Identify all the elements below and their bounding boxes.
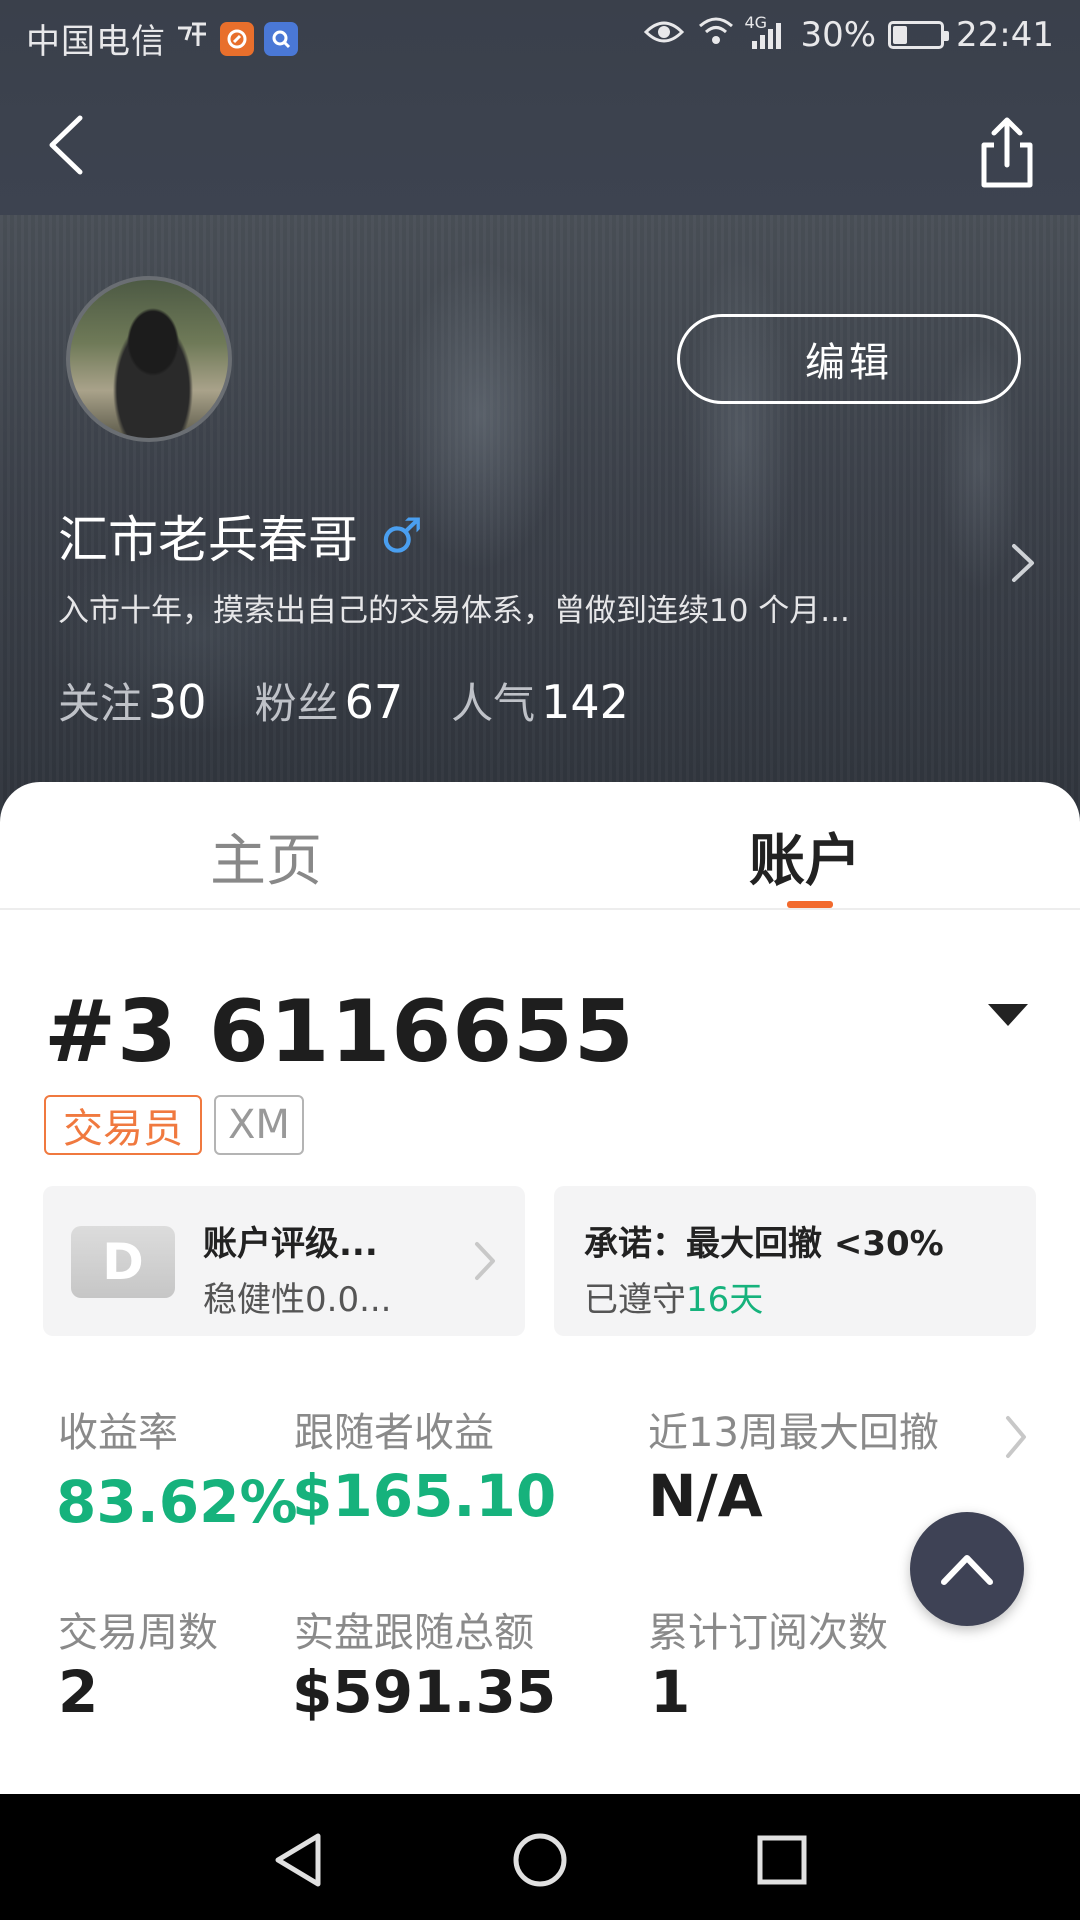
drawdown-promise-card: 承诺：最大回撤 <30% 已遵守16天 [554,1186,1036,1336]
popularity-label: 人气 [451,679,536,728]
system-home-button[interactable] [510,1830,570,1890]
tab-bar: 主页 账户 [0,782,1080,910]
battery-level [893,25,908,44]
clock: 22:41 [956,14,1054,55]
account-number: #3 6116655 [44,982,635,1082]
system-recents-button[interactable] [752,1830,812,1890]
trading-weeks-value: 2 [58,1658,99,1726]
trading-weeks-label: 交易周数 [58,1610,218,1656]
chevron-up-icon [941,1555,993,1585]
rating-subtitle: 稳健性0.0... [203,1280,392,1320]
scroll-to-top-button[interactable] [910,1512,1024,1626]
battery-percent: 30% [800,14,877,55]
popularity-stat: 人气 142 [451,670,629,731]
system-navigation-bar [0,1794,1080,1920]
subscriptions-label: 累计订阅次数 [648,1610,888,1656]
app-notification-icon [220,21,254,56]
rating-badge: D [71,1226,175,1298]
share-icon [981,117,1033,188]
fans-stat[interactable]: 粉丝 67 [255,670,404,731]
follower-profit-value: $165.10 [292,1462,557,1530]
triangle-back-icon [275,1833,321,1887]
live-follow-total-label: 实盘跟随总额 [294,1610,534,1656]
signal-icon: 4G [744,13,788,51]
following-label: 关注 [58,679,143,728]
following-count: 30 [148,675,207,729]
carrier-name: 中国电信 [26,22,166,62]
male-gender-icon: ♂ [380,508,424,564]
status-bar-right: 4G 30% 22:41 [644,13,1054,55]
chevron-left-icon [49,115,83,175]
promise-title: 承诺：最大回撤 <30% [584,1224,944,1264]
tab-account[interactable]: 账户 [749,816,861,897]
username-row[interactable]: 汇市老兵春哥 ♂ [58,500,423,572]
account-dropdown-icon[interactable] [988,1004,1028,1026]
chevron-right-icon [1012,544,1034,582]
square-recents-icon [757,1835,807,1885]
tab-home[interactable]: 主页 [210,816,322,897]
account-rating-card[interactable]: D 账户评级... 稳健性0.0... [43,1186,525,1336]
promise-subtitle-prefix: 已遵守 [584,1280,686,1320]
fans-label: 粉丝 [254,679,339,728]
rating-chevron [469,1238,499,1284]
promise-days: 16天 [686,1280,764,1320]
username: 汇市老兵春哥 [58,511,358,569]
return-rate-value: 83.62% [56,1468,298,1536]
max-drawdown-label: 近13周最大回撤 [648,1410,939,1456]
profile-bio[interactable]: 入市十年，摸索出自己的交易体系，曾做到连续10 个月... [58,585,958,630]
drawdown-detail-chevron[interactable] [1000,1412,1030,1462]
eye-icon [644,15,685,55]
battery-icon [888,20,950,49]
network-type-label: 4G [744,12,768,32]
status-bar-left: 中国电信 [26,14,298,63]
profile-detail-chevron[interactable] [1002,540,1042,586]
chevron-right-icon [475,1242,495,1280]
rating-title: 账户评级... [203,1224,378,1264]
promise-subtitle: 已遵守16天 [584,1272,763,1321]
wifi-icon [696,14,736,55]
subscriptions-value: 1 [650,1658,691,1726]
system-back-button[interactable] [268,1830,328,1890]
avatar[interactable] [66,276,232,442]
search-app-icon [264,21,298,56]
status-bar: 中国电信 4G 30% 22:41 [0,0,1080,76]
share-button[interactable] [974,115,1040,190]
profile-stats: 关注 30 粉丝 67 人气 142 [58,670,629,731]
trader-tag: 交易员 [44,1095,202,1155]
return-rate-label: 收益率 [58,1410,178,1456]
follower-profit-label: 跟随者收益 [294,1410,494,1456]
edit-profile-button[interactable]: 编辑 [677,314,1021,404]
circle-home-icon [513,1833,567,1887]
content-panel: 主页 账户 #3 6116655 交易员 XM D 账户评级... 稳健性0.0… [0,782,1080,1794]
broker-tag: XM [214,1095,304,1155]
fans-count: 67 [344,675,404,729]
phone-icon [176,20,210,58]
popularity-count: 142 [541,675,629,729]
max-drawdown-value: N/A [648,1462,763,1530]
back-button[interactable] [36,110,96,180]
live-follow-total-value: $591.35 [292,1658,557,1726]
active-tab-indicator [787,901,833,908]
chevron-right-icon [1006,1416,1026,1458]
following-stat[interactable]: 关注 30 [58,670,207,731]
